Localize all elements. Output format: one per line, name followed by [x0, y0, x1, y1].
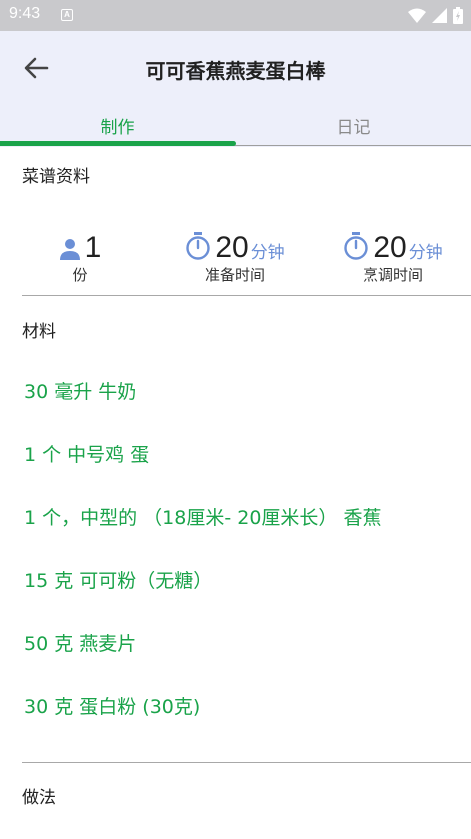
- app-bar: 可可香蕉燕麦蛋白棒 制作 日记: [0, 31, 471, 147]
- status-icons: [408, 7, 463, 24]
- divider: [22, 762, 471, 763]
- ingredient-item[interactable]: 30 毫升 牛奶: [24, 377, 136, 404]
- person-icon: [59, 238, 81, 260]
- battery-icon: [453, 7, 463, 24]
- prep-time-caption: 准备时间: [204, 266, 265, 284]
- cook-time-value: 20: [373, 231, 407, 264]
- ingredient-item[interactable]: 1 个 中号鸡 蛋: [24, 440, 149, 467]
- prep-time-unit: 分钟: [250, 243, 285, 263]
- servings-caption: 份: [72, 266, 88, 284]
- prep-time-stat: 20 分钟 准备时间: [160, 228, 310, 285]
- notification-icon: A: [61, 9, 73, 21]
- ingredients-label: 材料: [22, 322, 56, 342]
- ingredient-item[interactable]: 30 克 蛋白粉 (30克): [24, 692, 200, 719]
- timer-icon: [343, 232, 369, 260]
- recipe-info-label: 菜谱资料: [22, 167, 90, 187]
- status-bar: 9:43 A: [0, 0, 471, 31]
- timer-icon: [185, 232, 211, 260]
- ingredient-item[interactable]: 50 克 燕麦片: [24, 629, 136, 656]
- method-label: 做法: [22, 788, 56, 808]
- cook-time-stat: 20 分钟 烹调时间: [318, 228, 468, 285]
- servings-stat: 1 份: [40, 228, 120, 285]
- tab-indicator: [0, 141, 236, 146]
- cook-time-caption: 烹调时间: [362, 266, 423, 284]
- signal-icon: [432, 8, 447, 23]
- ingredient-item[interactable]: 15 克 可可粉（无糖）: [24, 566, 212, 593]
- ingredient-item[interactable]: 1 个，中型的 （18厘米- 20厘米长） 香蕉: [24, 503, 381, 530]
- servings-value: 1: [84, 231, 102, 264]
- cook-time-unit: 分钟: [408, 243, 443, 263]
- tab-diary[interactable]: 日记: [236, 103, 471, 147]
- divider: [22, 295, 471, 296]
- prep-time-value: 20: [215, 231, 249, 264]
- wifi-icon: [408, 8, 426, 23]
- status-time: 9:43: [9, 5, 41, 22]
- page-title: 可可香蕉燕麦蛋白棒: [145, 59, 326, 83]
